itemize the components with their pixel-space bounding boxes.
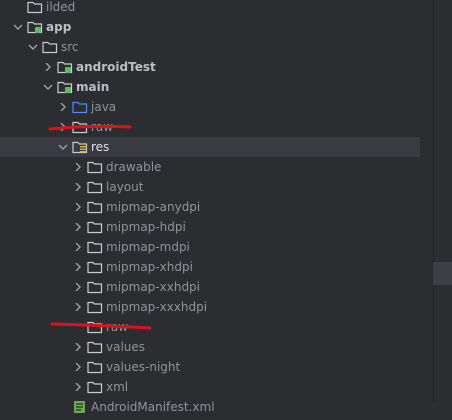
tree-item-main[interactable]: main xyxy=(0,77,452,97)
chevron-right-icon[interactable] xyxy=(72,257,84,277)
folder-icon xyxy=(87,240,103,254)
chevron-right-icon[interactable] xyxy=(72,217,84,237)
tree-item-label: java xyxy=(91,100,117,114)
tree-item-label: mipmap-anydpi xyxy=(106,200,201,214)
tree-item-androidtest[interactable]: androidTest xyxy=(0,57,452,77)
resource-folder-icon xyxy=(72,140,88,154)
tree-item-xml[interactable]: xml xyxy=(0,377,452,397)
tree-item-layout[interactable]: layout xyxy=(0,177,452,197)
chevron-right-icon[interactable] xyxy=(72,297,84,317)
tree-item-androidmanifest-xml[interactable]: AndroidManifest.xml xyxy=(0,397,452,417)
tree-item-label: layout xyxy=(106,180,144,194)
panel-divider xyxy=(433,0,434,402)
folder-icon xyxy=(42,40,58,54)
tree-item-label: AndroidManifest.xml xyxy=(91,400,215,414)
tree-item-label: drawable xyxy=(106,160,162,174)
module-folder-icon xyxy=(57,60,73,74)
chevron-down-icon[interactable] xyxy=(57,137,69,157)
folder-icon xyxy=(87,280,103,294)
folder-icon xyxy=(27,0,43,14)
tree-item-label: main xyxy=(76,80,110,94)
tree-item-label: values xyxy=(106,340,146,354)
chevron-down-icon[interactable] xyxy=(12,17,24,37)
folder-icon xyxy=(87,260,103,274)
chevron-right-icon[interactable] xyxy=(42,57,54,77)
chevron-right-icon[interactable] xyxy=(72,337,84,357)
folder-icon xyxy=(87,220,103,234)
tree-item-label: androidTest xyxy=(76,60,156,74)
tree-item-label: app xyxy=(46,20,72,34)
chevron-right-icon[interactable] xyxy=(72,237,84,257)
tree-item-label: mipmap-xxhdpi xyxy=(106,280,201,294)
source-folder-icon xyxy=(72,100,88,114)
tree-item-label: xml xyxy=(106,380,129,394)
chevron-right-icon[interactable] xyxy=(57,117,69,137)
tree-item-mipmap-xhdpi[interactable]: mipmap-xhdpi xyxy=(0,257,452,277)
tree-item-values[interactable]: values xyxy=(0,337,452,357)
tree-item-label: src xyxy=(61,40,79,54)
chevron-right-icon[interactable] xyxy=(72,277,84,297)
folder-icon xyxy=(87,200,103,214)
tree-item-mipmap-xxhdpi[interactable]: mipmap-xxhdpi xyxy=(0,277,452,297)
chevron-right-icon[interactable] xyxy=(72,177,84,197)
chevron-right-icon[interactable] xyxy=(72,157,84,177)
tree-item-java[interactable]: java xyxy=(0,97,452,117)
tree-item-label: mipmap-mdpi xyxy=(106,240,190,254)
tree-item-mipmap-xxxhdpi[interactable]: mipmap-xxxhdpi xyxy=(0,297,452,317)
tree-item-mipmap-mdpi[interactable]: mipmap-mdpi xyxy=(0,237,452,257)
tree-item-app[interactable]: app xyxy=(0,17,452,37)
tree-item-drawable[interactable]: drawable xyxy=(0,157,452,177)
tree-item-src[interactable]: src xyxy=(0,37,452,57)
chevron-right-icon[interactable] xyxy=(72,357,84,377)
tree-item-label: mipmap-hdpi xyxy=(106,220,186,234)
manifest-file-icon xyxy=(72,400,88,414)
folder-icon xyxy=(87,360,103,374)
folder-icon xyxy=(87,320,103,334)
chevron-down-icon[interactable] xyxy=(27,37,39,57)
tree-item-label: raw xyxy=(91,120,114,134)
folder-icon xyxy=(87,300,103,314)
folder-icon xyxy=(87,340,103,354)
chevron-right-icon[interactable] xyxy=(57,97,69,117)
folder-icon xyxy=(72,120,88,134)
tree-item-ilded[interactable]: ilded xyxy=(0,0,452,17)
tree-item-raw[interactable]: raw xyxy=(0,117,452,137)
tree-item-mipmap-anydpi[interactable]: mipmap-anydpi xyxy=(0,197,452,217)
scrollbar-thumb[interactable] xyxy=(433,262,452,285)
chevron-right-icon[interactable] xyxy=(72,377,84,397)
project-tree: ilded app src androidTest main java raw res draw… xyxy=(0,0,452,417)
tree-item-label: values-night xyxy=(106,360,181,374)
module-folder-icon xyxy=(57,80,73,94)
tree-item-label: ilded xyxy=(46,0,76,14)
tree-item-label: res xyxy=(91,140,110,154)
tree-item-label: mipmap-xxxhdpi xyxy=(106,300,208,314)
folder-icon xyxy=(87,380,103,394)
tree-item-label: raw xyxy=(106,320,129,334)
tree-item-label: mipmap-xhdpi xyxy=(106,260,193,274)
module-folder-icon xyxy=(27,20,43,34)
chevron-down-icon[interactable] xyxy=(42,77,54,97)
tree-item-mipmap-hdpi[interactable]: mipmap-hdpi xyxy=(0,217,452,237)
tree-item-raw[interactable]: raw xyxy=(0,317,452,337)
folder-icon xyxy=(87,160,103,174)
tree-item-values-night[interactable]: values-night xyxy=(0,357,452,377)
folder-icon xyxy=(87,180,103,194)
chevron-right-icon[interactable] xyxy=(72,197,84,217)
tree-item-res[interactable]: res xyxy=(0,137,420,157)
